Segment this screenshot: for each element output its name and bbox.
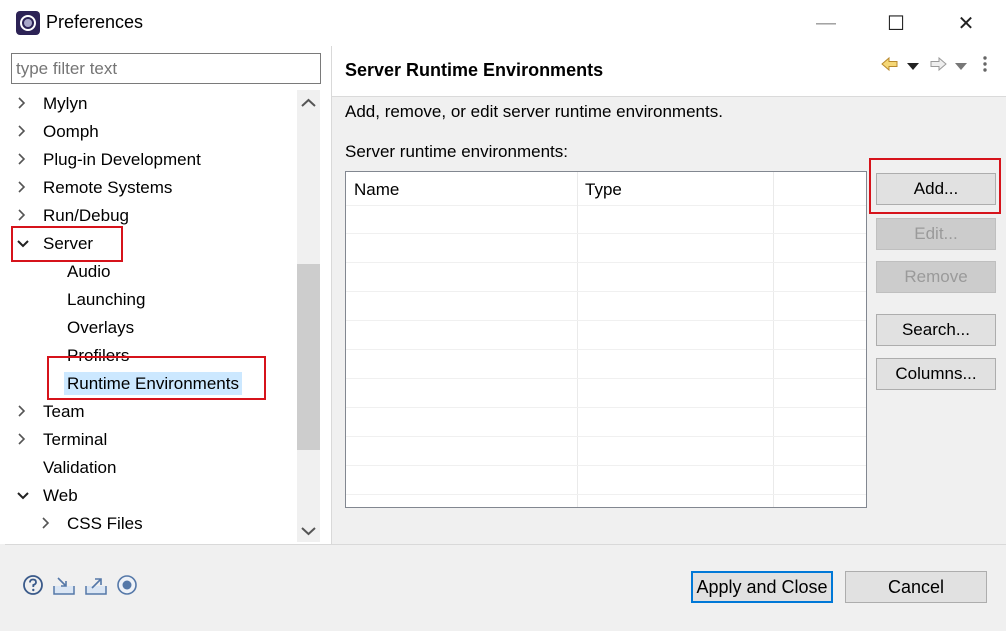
column-header-type[interactable]: Type [577, 172, 773, 206]
tree-item-label: CSS Files [67, 514, 143, 533]
export-icon[interactable] [84, 574, 108, 596]
tree-item-label: Oomph [43, 122, 99, 141]
table-row[interactable] [346, 320, 866, 321]
chevron-right-icon[interactable] [16, 427, 40, 455]
add-button-highlight-box [869, 158, 1001, 214]
table-row[interactable] [346, 465, 866, 466]
maximize-button[interactable]: ☐ [868, 0, 924, 46]
eclipse-app-icon-dot [24, 19, 32, 27]
tree-item-label: Plug-in Development [43, 150, 201, 169]
page-description: Add, remove, or edit server runtime envi… [345, 102, 723, 121]
tree-item[interactable]: Validation [16, 454, 119, 482]
tree-item-label: Mylyn [43, 94, 88, 113]
tree-item-label: Validation [43, 458, 117, 477]
tree-item[interactable]: Plug-in Development [16, 146, 204, 174]
table-row[interactable] [346, 349, 866, 350]
scroll-down-icon[interactable] [297, 520, 320, 542]
footer-divider [5, 544, 1006, 545]
table-row[interactable] [346, 407, 866, 408]
tree-item[interactable]: Team [16, 398, 88, 426]
edit-button[interactable]: Edit... [876, 218, 996, 250]
table-row[interactable] [346, 436, 866, 437]
tree-item[interactable]: Oomph [16, 118, 102, 146]
import-icon[interactable] [52, 574, 76, 596]
tree-item-label: Launching [67, 290, 146, 309]
remove-button[interactable]: Remove [876, 261, 996, 293]
table-row[interactable] [346, 378, 866, 379]
scroll-up-icon[interactable] [297, 92, 320, 114]
chevron-right-icon[interactable] [16, 175, 40, 203]
runtime-list-label: Server runtime environments: [345, 142, 568, 161]
tree-item-label: Team [43, 402, 85, 421]
table-row[interactable] [346, 233, 866, 234]
tree-item[interactable]: Terminal [16, 426, 110, 454]
tree-item-label: Web [43, 486, 78, 505]
column-divider [577, 172, 578, 507]
window-title: Preferences [46, 12, 144, 32]
chevron-right-icon[interactable] [16, 147, 40, 175]
filter-input[interactable] [11, 53, 321, 84]
close-button[interactable]: ✕ [938, 0, 994, 46]
table-row[interactable] [346, 291, 866, 292]
tree-item-label: Terminal [43, 430, 108, 449]
chevron-right-icon[interactable] [16, 399, 40, 427]
tree-item-label: Remote Systems [43, 178, 173, 197]
cancel-button[interactable]: Cancel [845, 571, 987, 603]
view-menu-icon[interactable] [980, 54, 990, 74]
minimize-button[interactable]: — [798, 0, 854, 46]
tree-item-label: Run/Debug [43, 206, 130, 225]
apply-and-close-button[interactable]: Apply and Close [691, 571, 833, 603]
back-arrow-icon[interactable] [880, 55, 900, 73]
runtime-environments-table[interactable] [345, 171, 867, 508]
server-highlight-box [11, 226, 123, 262]
tree-item-label: Audio [67, 262, 111, 281]
page-title: Server Runtime Environments [345, 60, 604, 80]
tree-item[interactable]: CSS Files [40, 510, 146, 538]
forward-menu-chevron-down-icon[interactable] [954, 58, 968, 70]
tree-item[interactable]: Web [16, 482, 81, 510]
column-divider [773, 172, 774, 507]
tree-item[interactable]: Overlays [40, 314, 137, 342]
tree-item[interactable]: Launching [40, 286, 148, 314]
chevron-down-icon[interactable] [16, 483, 40, 511]
columns-button[interactable]: Columns... [876, 358, 996, 390]
search-button[interactable]: Search... [876, 314, 996, 346]
help-icon[interactable] [22, 574, 44, 596]
table-row[interactable] [346, 262, 866, 263]
tree-item[interactable]: Remote Systems [16, 174, 175, 202]
title-bar [0, 0, 1006, 46]
chevron-right-icon[interactable] [16, 91, 40, 119]
tree-item-label: Overlays [67, 318, 135, 337]
forward-arrow-icon[interactable] [928, 55, 948, 73]
tree-scrollbar-thumb[interactable] [297, 264, 320, 450]
table-row[interactable] [346, 494, 866, 495]
preference-tree: Mylyn Oomph Plug-in Development Remote Syst… [16, 90, 296, 542]
column-header-name[interactable]: Name [346, 172, 577, 206]
runtime-environments-highlight-box [47, 356, 266, 400]
chevron-right-icon[interactable] [40, 511, 64, 539]
tree-item[interactable]: Audio [40, 258, 113, 286]
chevron-right-icon[interactable] [16, 119, 40, 147]
page-header-divider [332, 96, 1006, 97]
back-menu-chevron-down-icon[interactable] [906, 58, 920, 70]
tree-item[interactable]: Mylyn [16, 90, 90, 118]
record-icon[interactable] [116, 574, 138, 596]
